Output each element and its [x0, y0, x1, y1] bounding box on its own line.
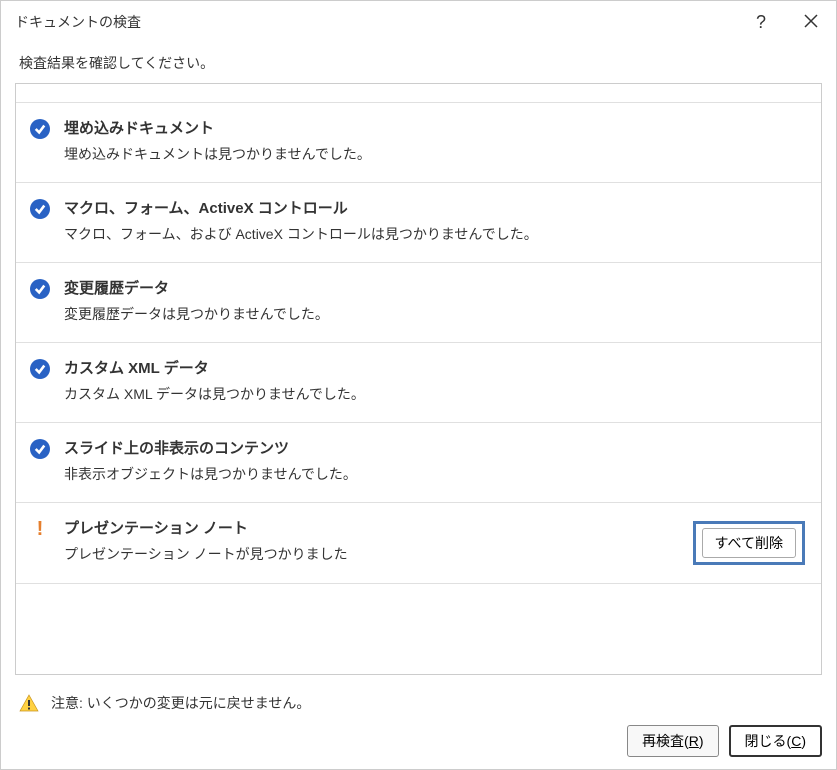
result-desc: マクロ、フォーム、および ActiveX コントロールは見つかりませんでした。: [64, 224, 805, 244]
subheader: 検査結果を確認してください。: [1, 43, 836, 83]
warning-triangle-icon: [19, 693, 39, 713]
result-content: カスタム XML データ カスタム XML データは見つかりませんでした。: [54, 357, 805, 404]
result-desc: プレゼンテーション ノートが見つかりました: [64, 544, 693, 564]
check-icon: [26, 357, 54, 379]
titlebar-controls: ?: [752, 8, 822, 37]
check-icon: [26, 437, 54, 459]
result-content: スライド上の非表示のコンテンツ 非表示オブジェクトは見つかりませんでした。: [54, 437, 805, 484]
result-title: プレゼンテーション ノート: [64, 517, 693, 538]
result-item-hidden-content: スライド上の非表示のコンテンツ 非表示オブジェクトは見つかりませんでした。: [16, 423, 821, 503]
highlight-box: すべて削除: [693, 521, 805, 565]
result-content: 変更履歴データ 変更履歴データは見つかりませんでした。: [54, 277, 805, 324]
result-item-embedded-docs: 埋め込みドキュメント 埋め込みドキュメントは見つかりませんでした。: [16, 102, 821, 183]
check-icon: [26, 117, 54, 139]
results-scroll[interactable]: 埋め込みドキュメント 埋め込みドキュメントは見つかりませんでした。 マクロ、フォ…: [16, 84, 821, 674]
result-title: マクロ、フォーム、ActiveX コントロール: [64, 197, 805, 218]
result-item-presentation-notes: ! プレゼンテーション ノート プレゼンテーション ノートが見つかりました すべ…: [16, 503, 821, 584]
result-desc: 変更履歴データは見つかりませんでした。: [64, 304, 805, 324]
footer-warning-text: 注意: いくつかの変更は元に戻せません。: [51, 693, 310, 713]
result-item-macros: マクロ、フォーム、ActiveX コントロール マクロ、フォーム、および Act…: [16, 183, 821, 263]
result-item-custom-xml: カスタム XML データ カスタム XML データは見つかりませんでした。: [16, 343, 821, 423]
check-icon: [26, 277, 54, 299]
remove-all-button[interactable]: すべて削除: [702, 528, 796, 558]
footer-buttons: 再検査(R) 閉じる(C): [19, 725, 822, 757]
titlebar: ドキュメントの検査 ?: [1, 1, 836, 43]
footer: 注意: いくつかの変更は元に戻せません。 再検査(R) 閉じる(C): [1, 685, 836, 769]
window-title: ドキュメントの検査: [15, 12, 141, 32]
result-content: 埋め込みドキュメント 埋め込みドキュメントは見つかりませんでした。: [54, 117, 805, 164]
result-title: カスタム XML データ: [64, 357, 805, 378]
result-desc: 埋め込みドキュメントは見つかりませんでした。: [64, 144, 805, 164]
check-icon: [26, 197, 54, 219]
result-title: スライド上の非表示のコンテンツ: [64, 437, 805, 458]
result-content: プレゼンテーション ノート プレゼンテーション ノートが見つかりました: [54, 517, 693, 564]
result-content: マクロ、フォーム、ActiveX コントロール マクロ、フォーム、および Act…: [54, 197, 805, 244]
result-title: 変更履歴データ: [64, 277, 805, 298]
help-icon[interactable]: ?: [752, 8, 770, 37]
reinspect-button[interactable]: 再検査(R): [627, 725, 718, 757]
footer-warning: 注意: いくつかの変更は元に戻せません。: [19, 693, 822, 713]
results-panel: 埋め込みドキュメント 埋め込みドキュメントは見つかりませんでした。 マクロ、フォ…: [15, 83, 822, 675]
result-item-revision: 変更履歴データ 変更履歴データは見つかりませんでした。: [16, 263, 821, 343]
result-title: 埋め込みドキュメント: [64, 117, 805, 138]
close-button[interactable]: 閉じる(C): [729, 725, 822, 757]
close-icon[interactable]: [800, 8, 822, 37]
warning-icon: !: [26, 517, 54, 539]
result-action: すべて削除: [693, 517, 805, 565]
result-desc: カスタム XML データは見つかりませんでした。: [64, 384, 805, 404]
result-desc: 非表示オブジェクトは見つかりませんでした。: [64, 464, 805, 484]
